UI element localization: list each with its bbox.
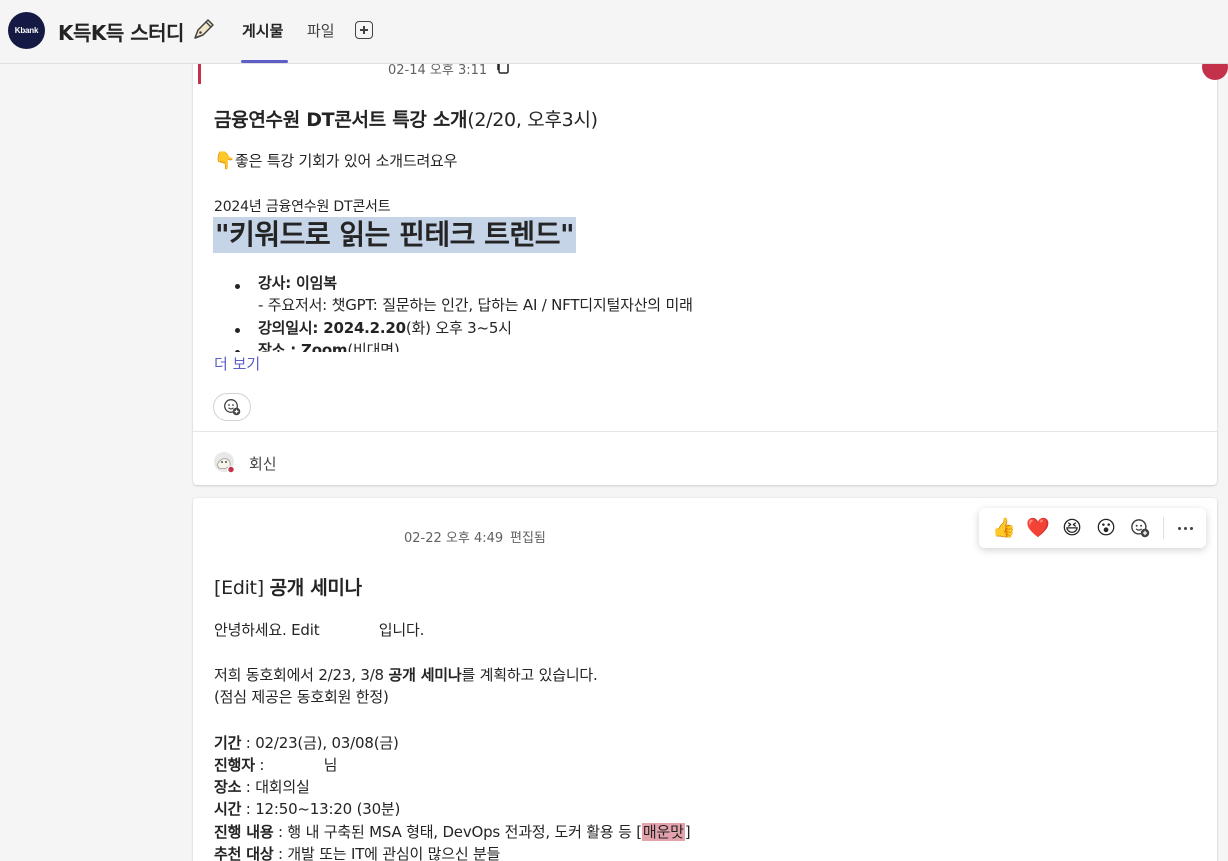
post-title: 금융연수원 DT콘서트 특강 소개(2/20, 오후3시) bbox=[214, 105, 598, 132]
detail-period: 기간 : 02/23(금), 03/08(금) bbox=[214, 732, 399, 753]
active-tab-indicator bbox=[241, 60, 288, 63]
detail-content: 진행 내용 : 행 내 구축된 MSA 형태, DevOps 전과정, 도커 활… bbox=[214, 821, 691, 842]
post-timestamp: 02-22 오후 4:49 bbox=[404, 531, 504, 546]
toolbar-separator bbox=[1163, 517, 1164, 539]
team-name[interactable]: K득K득 스터디 bbox=[58, 17, 184, 46]
tab-files[interactable]: 파일 bbox=[307, 20, 335, 41]
detail-target: 추천 대상 : 개발 또는 IT에 관심이 많으신 분들 bbox=[214, 843, 500, 861]
greeting-text: 안녕하세요. Edit 입니다. bbox=[214, 621, 425, 639]
detail-label: 시간 bbox=[214, 800, 242, 818]
highlighted-text: 매운맛 bbox=[641, 823, 685, 841]
bullet-value: 2024.2.20 bbox=[323, 319, 406, 337]
bullet-location: 장소 : Zoom(비대면) bbox=[258, 339, 400, 352]
dot bbox=[1189, 526, 1193, 530]
channel-header: Kbank K득K득 스터디 게시물 파일 bbox=[0, 0, 1228, 64]
detail-label: 진행 내용 bbox=[214, 823, 274, 841]
detail-value: : 개발 또는 IT에 관심이 많으신 분들 bbox=[273, 845, 501, 861]
dot bbox=[1183, 526, 1187, 530]
post-subtitle: 2024년 금융연수원 DT콘서트 bbox=[214, 199, 391, 215]
heart-icon[interactable]: ❤️ bbox=[1021, 511, 1055, 545]
detail-time: 시간 : 12:50~13:20 (30분) bbox=[214, 798, 400, 819]
post-intro-text: 좋은 특강 기회가 있어 소개드려요우 bbox=[234, 152, 458, 170]
add-reaction-icon bbox=[1131, 519, 1150, 538]
post-title-main: 공개 세미나 bbox=[269, 577, 363, 599]
bullet-suffix: (화) 오후 3~5시 bbox=[405, 319, 512, 337]
detail-value: : 님 bbox=[254, 756, 338, 774]
thumbs-up-icon[interactable]: 👍 bbox=[987, 511, 1021, 545]
see-more-link[interactable]: 더 보기 bbox=[214, 353, 260, 374]
post-intro: 👇좋은 특강 기회가 있어 소개드려요우 bbox=[214, 150, 457, 171]
detail-label: 진행자 bbox=[214, 756, 255, 774]
bullet-label: 강의일시: bbox=[258, 319, 324, 337]
point-down-emoji-icon: 👇 bbox=[214, 151, 235, 171]
bullet-label: 강사: bbox=[258, 274, 297, 292]
detail-value: : 12:50~13:20 (30분) bbox=[241, 800, 401, 818]
pen-icon bbox=[194, 19, 214, 39]
detail-value: : 행 내 구축된 MSA 형태, DevOps 전과정, 도커 활용 등 [ bbox=[273, 823, 642, 841]
bullet-dot bbox=[235, 284, 240, 289]
plan-pre: 저희 동호회에서 2/23, 3/8 bbox=[214, 666, 389, 684]
reaction-toolbar: 👍 ❤️ 😆 😮 bbox=[979, 508, 1206, 548]
detail-label: 추천 대상 bbox=[214, 845, 274, 861]
add-reaction-button[interactable] bbox=[213, 393, 251, 421]
detail-location: 장소 : 대회의실 bbox=[214, 776, 310, 797]
post-body-preview: 강사: 이임복 - 주요저서: 챗GPT: 질문하는 인간, 답하는 AI / … bbox=[193, 270, 1217, 352]
bullet-lecturer: 강사: 이임복 bbox=[258, 272, 337, 293]
post-title-main: 금융연수원 DT콘서트 특강 소개 bbox=[214, 109, 468, 131]
plan-text: 저희 동호회에서 2/23, 3/8 공개 세미나를 계획하고 있습니다. bbox=[214, 664, 598, 685]
add-reaction-button[interactable] bbox=[1123, 511, 1157, 545]
user-avatar-icon bbox=[214, 452, 235, 473]
edited-label: 편집됨 bbox=[510, 531, 546, 546]
dot bbox=[1177, 526, 1181, 530]
more-options-icon[interactable] bbox=[1170, 526, 1200, 530]
laugh-icon[interactable]: 😆 bbox=[1055, 511, 1089, 545]
bullet-dot bbox=[235, 350, 240, 352]
reply-button[interactable]: 회신 bbox=[249, 453, 277, 474]
detail-value: : 대회의실 bbox=[241, 778, 310, 796]
detail-value: : 02/23(금), 03/08(금) bbox=[241, 734, 399, 752]
bullet-dot bbox=[235, 328, 240, 333]
bullet-label: 장소 : bbox=[258, 341, 302, 352]
post-card: 02-22 오후 4:49 편집됨 [Edit] 공개 세미나 안녕하세요. E… bbox=[193, 498, 1217, 861]
bullet-value: Zoom bbox=[301, 341, 348, 352]
detail-tail: ] bbox=[684, 823, 691, 841]
add-tab-icon[interactable] bbox=[355, 21, 373, 39]
plan-post: 를 계획하고 있습니다. bbox=[461, 666, 598, 684]
note-text: (점심 제공은 동호회원 한정) bbox=[214, 688, 389, 706]
surprised-icon[interactable]: 😮 bbox=[1089, 511, 1123, 545]
bullet-sub-text: - 주요저서: 챗GPT: 질문하는 인간, 답하는 AI / NFT디지털자산… bbox=[258, 296, 693, 314]
add-reaction-icon bbox=[224, 399, 241, 416]
team-logo[interactable]: Kbank bbox=[8, 12, 45, 49]
post-card: 02-14 오후 3:11 금융연수원 DT콘서트 특강 소개(2/20, 오후… bbox=[193, 40, 1217, 485]
reply-divider bbox=[193, 431, 1217, 432]
post-title: [Edit] 공개 세미나 bbox=[214, 573, 362, 600]
detail-label: 장소 bbox=[214, 778, 242, 796]
detail-label: 기간 bbox=[214, 734, 242, 752]
post-title-prefix: [Edit] bbox=[214, 577, 270, 599]
bullet-datetime: 강의일시: 2024.2.20(화) 오후 3~5시 bbox=[258, 317, 512, 338]
post-headline: "키워드로 읽는 핀테크 트렌드" bbox=[213, 217, 577, 253]
bullet-suffix: (비대면) bbox=[347, 341, 400, 352]
post-title-suffix: (2/20, 오후3시) bbox=[467, 109, 598, 131]
bullet-value: 이임복 bbox=[296, 274, 337, 292]
tab-posts[interactable]: 게시물 bbox=[242, 20, 283, 41]
plan-bold: 공개 세미나 bbox=[388, 666, 462, 684]
detail-presenter: 진행자 : 님 bbox=[214, 754, 337, 775]
